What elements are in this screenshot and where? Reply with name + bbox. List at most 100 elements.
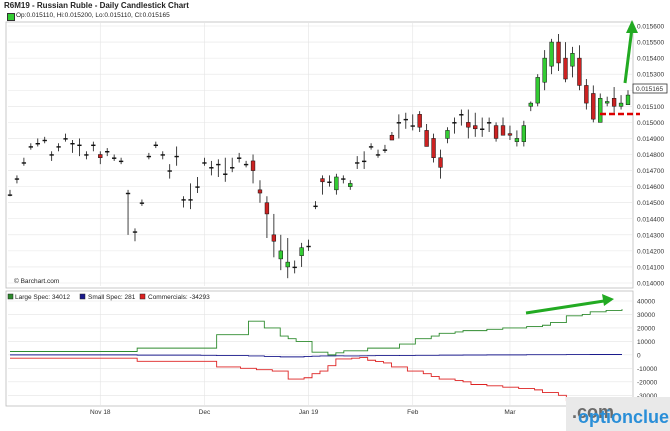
candle-body <box>195 186 200 188</box>
candle-body <box>14 178 20 180</box>
candle-body <box>125 192 131 195</box>
candle-body <box>341 178 346 180</box>
candle-body <box>42 139 47 142</box>
candle-body <box>188 199 193 201</box>
candle-body <box>556 41 561 64</box>
candle-body <box>424 130 429 147</box>
cot-tick-label: 30000 <box>637 312 655 319</box>
candle-body <box>236 157 242 159</box>
candle-body <box>313 205 318 208</box>
candle-body <box>98 154 103 158</box>
candle-body <box>417 114 422 128</box>
candle-body <box>334 176 339 191</box>
candle-body <box>507 133 513 136</box>
candle-body <box>584 85 589 104</box>
candle-body <box>112 157 117 159</box>
x-axis: Nov 18 Dec Jan 19 Feb Mar <box>90 409 516 416</box>
cot-tick-label: 40000 <box>637 299 655 306</box>
candle-body <box>368 146 374 148</box>
candle-body <box>132 231 138 233</box>
legend-large-spec: Large Spec: 34012 <box>15 294 70 301</box>
candle-body <box>271 234 277 242</box>
x-tick-label: Nov 18 <box>90 409 111 416</box>
price-tick-label: 0.014700 <box>637 168 664 175</box>
price-tick-label: 0.015000 <box>637 120 664 127</box>
candle-body <box>625 94 631 105</box>
candle-body <box>493 125 499 139</box>
candle-body <box>459 114 464 116</box>
candle-body <box>452 122 457 124</box>
candle-body <box>410 125 415 127</box>
candle-body <box>21 162 27 164</box>
barchart-credit: © Barchart.com <box>14 277 59 285</box>
candle-body <box>257 189 263 194</box>
candle-body <box>327 181 332 183</box>
candle-body <box>389 134 395 141</box>
legend-commercials: Commercials: -34293 <box>148 294 210 301</box>
candle-body <box>500 125 506 136</box>
candle-body <box>278 250 283 260</box>
price-tick-label: 0.015100 <box>637 104 664 111</box>
candle-body <box>153 144 158 147</box>
candle-body <box>223 173 228 175</box>
x-tick-label: Mar <box>504 409 516 416</box>
candle-body <box>84 154 89 156</box>
candle-body <box>445 130 450 139</box>
candle-body <box>7 194 13 196</box>
price-tick-label: 0.014200 <box>637 248 664 255</box>
candle-body <box>292 266 297 269</box>
candle-body <box>403 118 408 121</box>
candle-body <box>299 247 304 256</box>
candle-body <box>250 160 256 171</box>
candle-body <box>49 154 54 156</box>
candle-body <box>320 178 325 183</box>
candle-body <box>306 245 311 248</box>
candle-body <box>167 170 172 172</box>
candle-body <box>473 125 478 130</box>
cot-tick-label: 20000 <box>637 325 655 332</box>
price-tick-label: 0.014000 <box>637 281 664 288</box>
candle-body <box>528 102 533 107</box>
cot-tick-label: 0 <box>637 352 641 359</box>
candle-body <box>160 154 165 156</box>
candle-body <box>542 57 547 83</box>
candle-body <box>285 261 290 268</box>
candle-body <box>598 98 603 123</box>
candle-body <box>535 77 540 104</box>
price-tick-label: 0.014600 <box>637 184 664 191</box>
candle-body <box>549 41 554 67</box>
candle-body <box>486 122 492 124</box>
price-tick-label: 0.015600 <box>637 24 664 31</box>
candle-body <box>70 143 75 145</box>
candle-body <box>438 157 443 168</box>
candle-body <box>431 138 436 158</box>
candle-body <box>375 154 381 156</box>
price-tick-label: 0.014300 <box>637 232 664 239</box>
price-tick-label: 0.014900 <box>637 136 664 143</box>
cot-tick-label: -20000 <box>637 379 658 386</box>
price-tick-label: 0.015300 <box>637 72 664 79</box>
candle-body <box>480 128 485 130</box>
cot-tick-label: -10000 <box>637 366 658 373</box>
candle-body <box>28 146 33 148</box>
candle-body <box>396 122 402 124</box>
price-tag: 0.015165 <box>636 86 663 93</box>
x-tick-label: Dec <box>199 409 211 416</box>
candle-body <box>35 143 40 145</box>
candle-body <box>563 57 568 80</box>
price-tick-label: 0.014400 <box>637 216 664 223</box>
chart-canvas: 0.0156000.0155000.0154000.0153000.015200… <box>5 20 668 416</box>
candle-body <box>181 199 186 201</box>
candle-body <box>361 160 367 163</box>
optionclue-watermark: optionclue .com <box>566 397 670 431</box>
candle-body <box>146 155 152 158</box>
candle-body <box>216 163 221 166</box>
cot-tick-label: 10000 <box>637 339 655 346</box>
candle-body <box>77 144 82 147</box>
price-tick-label: 0.014100 <box>637 264 664 271</box>
candle-body <box>618 102 624 107</box>
candle-body <box>105 151 110 153</box>
price-tick-label: 0.014800 <box>637 152 664 159</box>
legend-swatch-large-spec <box>7 293 14 300</box>
candle-body <box>243 163 249 166</box>
